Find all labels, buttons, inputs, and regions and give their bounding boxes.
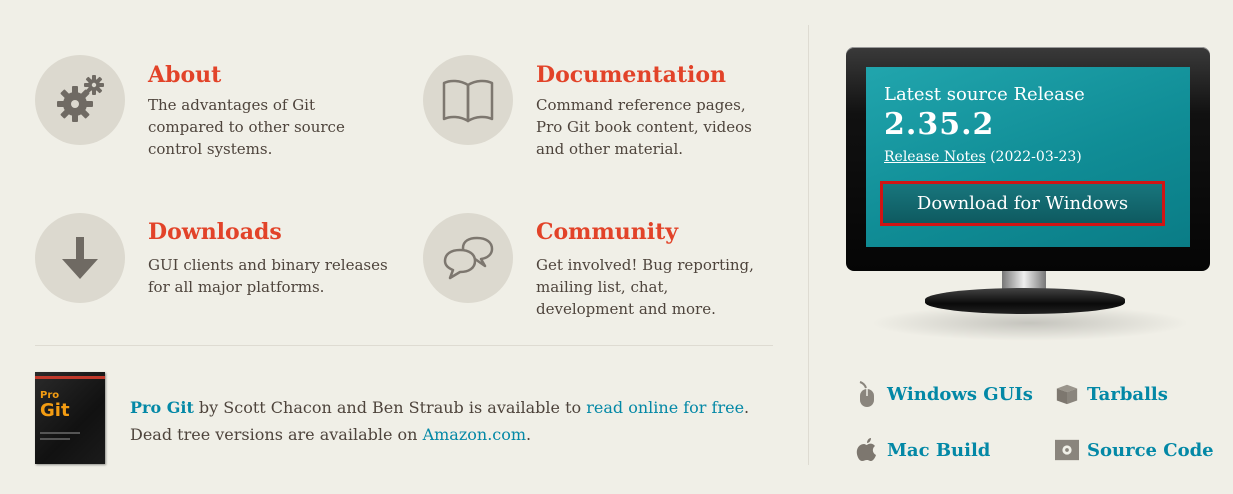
downloads-title[interactable]: Downloads (148, 219, 282, 245)
pro-git-authors: by Scott Chacon and Ben Straub is availa… (193, 398, 587, 417)
monitor-base (925, 288, 1125, 314)
release-version: 2.35.2 (884, 107, 995, 142)
mouse-icon (855, 380, 879, 408)
pro-git-book-cover[interactable]: Pro Git (35, 372, 105, 464)
windows-guis-link[interactable]: Windows GUIs (855, 380, 1033, 408)
tarballs-label: Tarballs (1087, 383, 1168, 405)
source-code-label: Source Code (1087, 439, 1214, 461)
apple-icon (855, 436, 879, 464)
release-date: (2022-03-23) (990, 149, 1082, 165)
documentation-icon-circle[interactable] (423, 55, 513, 145)
box-icon (1055, 380, 1079, 408)
community-title[interactable]: Community (536, 219, 678, 245)
mac-build-label: Mac Build (887, 439, 991, 461)
community-description: Get involved! Bug reporting, mailing lis… (536, 256, 754, 318)
book-icon (442, 79, 494, 123)
book-cover-line (40, 438, 70, 440)
about-title[interactable]: About (148, 62, 221, 88)
mac-build-link[interactable]: Mac Build (855, 436, 990, 464)
pro-git-link[interactable]: Pro Git (130, 398, 194, 417)
windows-guis-label: Windows GUIs (887, 383, 1033, 405)
book-cover-title-large: Git (40, 400, 70, 421)
column-divider (808, 25, 809, 465)
community-icon-circle[interactable] (423, 213, 513, 303)
latest-release-label: Latest source Release (884, 84, 1085, 105)
download-arrow-icon (62, 237, 98, 279)
source-code-link[interactable]: Source Code (1055, 436, 1214, 464)
release-notes-line: Release Notes (2022-03-23) (884, 149, 1082, 165)
downloads-icon-circle[interactable] (35, 213, 125, 303)
book-cover-line (40, 432, 80, 434)
source-code-icon (1055, 436, 1079, 464)
release-notes-link[interactable]: Release Notes (884, 149, 986, 165)
section-divider (35, 345, 773, 346)
amazon-link[interactable]: Amazon.com (423, 425, 526, 444)
pro-git-period: . (526, 425, 532, 444)
documentation-description: Command reference pages, Pro Git book co… (536, 96, 752, 158)
book-cover-stripe (35, 376, 105, 379)
read-online-link[interactable]: read online for free (586, 398, 744, 417)
documentation-title[interactable]: Documentation (536, 62, 726, 88)
gears-icon (57, 75, 104, 122)
about-description: The advantages of Git compared to other … (148, 96, 345, 158)
tarballs-link[interactable]: Tarballs (1055, 380, 1168, 408)
downloads-description: GUI clients and binary releases for all … (148, 256, 388, 296)
chat-bubbles-icon (443, 236, 494, 280)
about-icon-circle[interactable] (35, 55, 125, 145)
pro-git-text: Pro Git by Scott Chacon and Ben Straub i… (130, 394, 770, 448)
download-for-windows-button[interactable]: Download for Windows (880, 181, 1165, 226)
